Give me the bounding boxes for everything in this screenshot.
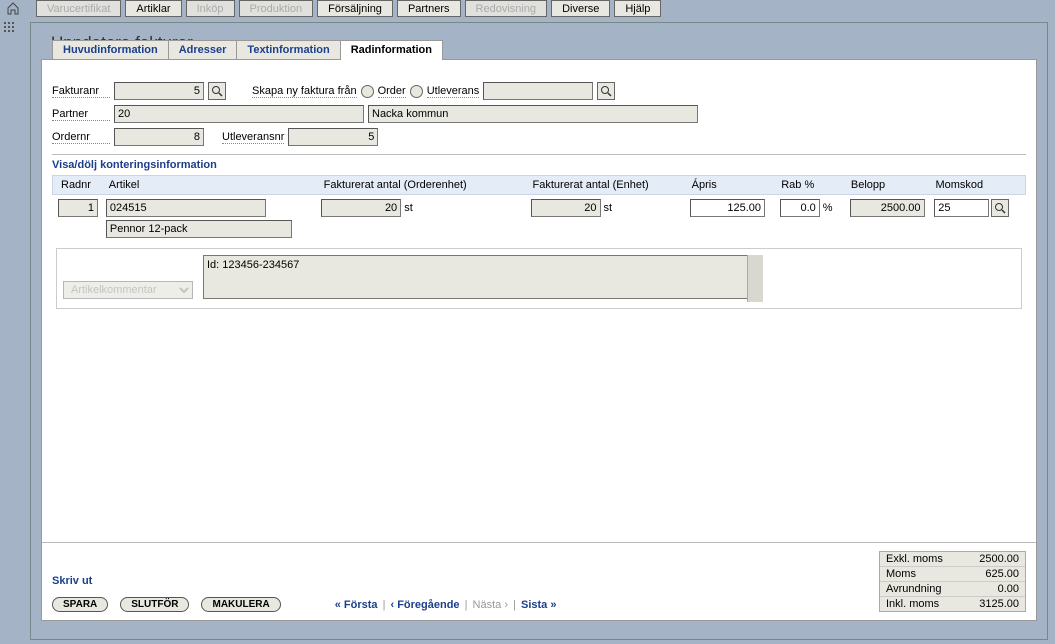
menu-hjalp[interactable]: Hjälp [614,0,661,17]
input-rab[interactable] [780,199,820,217]
radio-order[interactable] [361,85,374,98]
label-utleveransnr: Utleveransnr [222,131,284,144]
input-artikel-name[interactable] [106,220,292,238]
menu-redovisning: Redovisning [465,0,548,17]
nav-last[interactable]: Sista » [521,599,556,611]
textarea-comment[interactable]: Id: 123456-234567 [203,255,763,299]
label-ordernr: Ordernr [52,131,110,144]
input-partner-code[interactable] [114,105,364,123]
nav-prev[interactable]: ‹ Föregående [390,599,459,611]
tab-adresser[interactable]: Adresser [168,40,238,60]
label-utleverans: Utleverans [427,85,480,98]
menu-produktion: Produktion [239,0,314,17]
input-radnr[interactable] [58,199,98,217]
input-momskod[interactable] [934,199,989,217]
menu-forsaljning[interactable]: Försäljning [317,0,393,17]
input-partner-name[interactable] [368,105,698,123]
label-inkl: Inkl. moms [886,598,956,610]
val-moms: 625.00 [964,568,1019,580]
input-ordernr[interactable] [114,128,204,146]
col-fakt-enhet: Fakturerat antal (Enhet) [529,178,688,192]
col-artikel: Artikel [105,178,320,192]
col-fakt-order: Fakturerat antal (Orderenhet) [320,178,529,192]
btn-makulera[interactable]: MAKULERA [201,597,280,612]
input-apris[interactable] [690,199,765,217]
tab-huvudinformation[interactable]: Huvudinformation [52,40,169,60]
tab-radinformation[interactable]: Radinformation [340,40,443,60]
label-avrund: Avrundning [886,583,956,595]
toggle-kontering[interactable]: Visa/dölj konteringsinformation [52,159,217,171]
input-skapa[interactable] [483,82,593,100]
radio-utleverans[interactable] [410,85,423,98]
grid-header: Radnr Artikel Fakturerat antal (Orderenh… [52,175,1026,195]
label-partner: Partner [52,108,110,121]
home-icon[interactable] [6,1,22,17]
label-fakturanr: Fakturanr [52,85,110,98]
link-skriv-ut[interactable]: Skriv ut [52,575,556,587]
nav-first[interactable]: « Första [335,599,378,611]
col-momskod: Momskod [931,178,1021,192]
col-rab: Rab % [777,178,847,192]
btn-slutfor[interactable]: SLUTFÖR [120,597,189,612]
label-skapa: Skapa ny faktura från [252,85,357,98]
input-qty-order[interactable] [321,199,401,217]
menu-artiklar[interactable]: Artiklar [125,0,181,17]
lookup-skapa[interactable] [597,82,615,100]
tab-textinformation[interactable]: Textinformation [236,40,340,60]
menu-varucertifikat: Varucertifikat [36,0,121,17]
btn-spara[interactable]: SPARA [52,597,108,612]
unit-rab: % [823,202,833,214]
unit-qty-order: st [404,202,413,214]
menu-inkop: Inköp [186,0,235,17]
input-qty-unit[interactable] [531,199,601,217]
table-row: st st % [52,195,1026,242]
col-radnr: Radnr [57,178,105,192]
menu-partners[interactable]: Partners [397,0,461,17]
input-fakturanr[interactable] [114,82,204,100]
val-exkl: 2500.00 [964,553,1019,565]
unit-qty-unit: st [604,202,613,214]
drag-handle[interactable] [4,22,22,32]
lookup-momskod[interactable] [991,199,1009,217]
input-artikel-code[interactable] [106,199,266,217]
val-inkl: 3125.00 [964,598,1019,610]
lookup-fakturanr[interactable] [208,82,226,100]
val-avrund: 0.00 [964,583,1019,595]
label-order: Order [378,85,406,98]
select-artikelkommentar: Artikelkommentar [63,281,193,299]
col-belopp: Belopp [847,178,932,192]
nav-next: Nästa › [473,599,508,611]
label-exkl: Exkl. moms [886,553,956,565]
input-utleveransnr[interactable] [288,128,378,146]
totals-box: Exkl. moms 2500.00 Moms 625.00 Avrundning 0… [879,551,1026,612]
input-belopp[interactable] [850,199,925,217]
menu-diverse[interactable]: Diverse [551,0,610,17]
scrollbar[interactable] [747,255,763,302]
label-moms: Moms [886,568,956,580]
col-apris: Ápris [688,178,778,192]
